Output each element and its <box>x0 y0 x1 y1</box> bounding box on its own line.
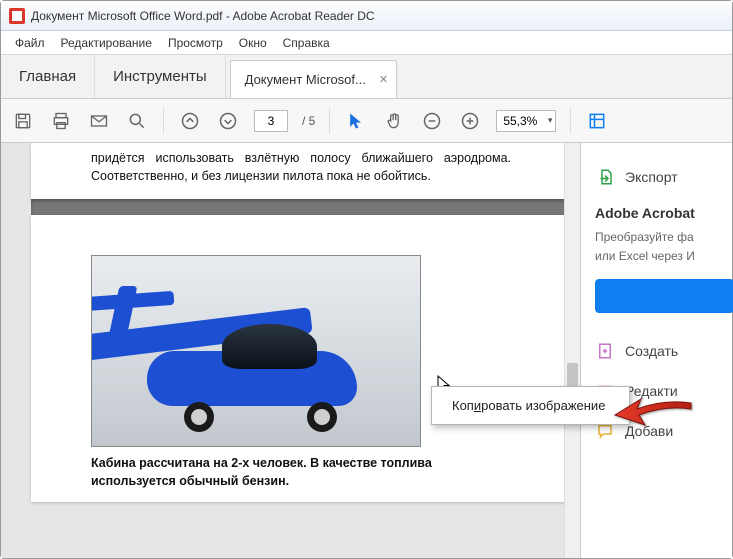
toolbar: / 5 55,3% <box>1 99 732 143</box>
pdf-page: Кабина рассчитана на 2-х человек. В каче… <box>31 215 571 502</box>
page-down-icon[interactable] <box>216 109 240 133</box>
print-icon[interactable] <box>49 109 73 133</box>
page-input[interactable] <box>254 110 288 132</box>
menu-file[interactable]: Файл <box>7 33 53 53</box>
fit-width-icon[interactable] <box>585 109 609 133</box>
tab-document-label: Документ Microsof... <box>245 72 366 87</box>
tab-document[interactable]: Документ Microsof... × <box>230 60 397 98</box>
tab-home[interactable]: Главная <box>1 55 95 98</box>
tab-tools[interactable]: Инструменты <box>95 55 226 98</box>
app-icon <box>9 8 25 24</box>
save-icon[interactable] <box>11 109 35 133</box>
side-create[interactable]: Создать <box>595 331 732 371</box>
menu-window[interactable]: Окно <box>231 33 275 53</box>
menubar: Файл Редактирование Просмотр Окно Справк… <box>1 31 732 55</box>
document-viewport[interactable]: придётся использовать взлётную полосу бл… <box>1 143 580 558</box>
titlebar: Документ Microsoft Office Word.pdf - Ado… <box>1 1 732 31</box>
side-product-title: Adobe Acrobat <box>595 205 732 221</box>
image-caption: Кабина рассчитана на 2-х человек. В каче… <box>91 455 511 490</box>
context-menu: Копировать изображение <box>431 386 630 425</box>
embedded-image[interactable] <box>91 255 421 447</box>
zoom-select[interactable]: 55,3% <box>496 110 556 132</box>
tabbar: Главная Инструменты Документ Microsof...… <box>1 55 732 99</box>
page-up-icon[interactable] <box>178 109 202 133</box>
zoom-out-icon[interactable] <box>420 109 444 133</box>
separator <box>570 108 571 134</box>
menu-help[interactable]: Справка <box>275 33 338 53</box>
content-area: придётся использовать взлётную полосу бл… <box>1 143 732 558</box>
side-desc-line1: Преобразуйте фа <box>595 229 732 246</box>
tools-sidepanel: Экспорт Adobe Acrobat Преобразуйте фа ил… <box>580 143 732 558</box>
separator <box>329 108 330 134</box>
page-gap <box>31 199 571 215</box>
scrollbar[interactable] <box>564 143 580 558</box>
page-count: / 5 <box>302 114 315 128</box>
ctx-copy-image[interactable]: Копировать изображение <box>434 393 627 418</box>
side-desc-line2: или Excel через И <box>595 248 732 265</box>
convert-button[interactable] <box>595 279 733 313</box>
menu-edit[interactable]: Редактирование <box>53 33 160 53</box>
search-icon[interactable] <box>125 109 149 133</box>
side-export[interactable]: Экспорт <box>595 157 732 197</box>
menu-view[interactable]: Просмотр <box>160 33 231 53</box>
close-icon[interactable]: × <box>379 71 388 88</box>
body-text: придётся использовать взлётную полосу бл… <box>91 149 511 185</box>
hand-tool-icon[interactable] <box>382 109 406 133</box>
pdf-page: придётся использовать взлётную полосу бл… <box>31 143 571 199</box>
select-tool-icon[interactable] <box>344 109 368 133</box>
annotation-arrow <box>613 395 693 440</box>
window-title: Документ Microsoft Office Word.pdf - Ado… <box>31 9 375 23</box>
separator <box>163 108 164 134</box>
mail-icon[interactable] <box>87 109 111 133</box>
export-icon <box>595 167 615 187</box>
zoom-in-icon[interactable] <box>458 109 482 133</box>
create-pdf-icon <box>595 341 615 361</box>
